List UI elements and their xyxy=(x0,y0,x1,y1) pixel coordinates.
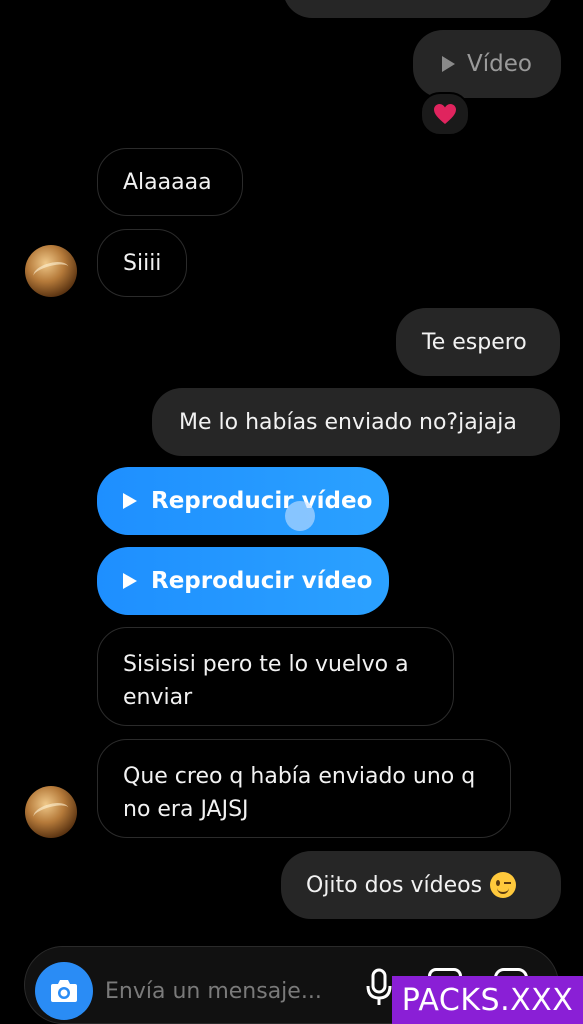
heart-reaction[interactable] xyxy=(420,92,470,136)
previous-message-bubble xyxy=(283,0,553,18)
message-text: Me lo habías enviado no?jajaja xyxy=(179,409,517,435)
play-video-button[interactable]: Reproducir vídeo xyxy=(97,547,389,615)
play-video-button[interactable]: Reproducir vídeo xyxy=(97,467,389,535)
message-text: Sisisisi pero te lo vuelvo a enviar xyxy=(123,652,409,710)
outgoing-message-bubble[interactable]: Me lo habías enviado no?jajaja xyxy=(152,388,560,456)
video-label: Vídeo xyxy=(467,51,532,77)
microphone-button[interactable] xyxy=(364,968,394,1008)
incoming-message-bubble[interactable]: Que creo q había enviado uno q no era JA… xyxy=(97,739,511,838)
play-icon xyxy=(123,573,137,589)
message-text: Te espero xyxy=(422,329,527,355)
video-message-bubble[interactable]: Vídeo xyxy=(413,30,561,98)
play-icon xyxy=(442,56,456,72)
outgoing-message-bubble[interactable]: Te espero xyxy=(396,308,560,376)
message-input[interactable] xyxy=(103,970,357,1012)
contact-avatar[interactable] xyxy=(25,786,77,838)
message-text: Que creo q había enviado uno q no era JA… xyxy=(123,764,476,822)
watermark: PACKS.XXX xyxy=(392,976,583,1024)
play-video-label: Reproducir vídeo xyxy=(151,568,373,594)
play-icon xyxy=(123,493,137,509)
incoming-message-bubble[interactable]: Alaaaaa xyxy=(97,148,243,216)
microphone-icon xyxy=(366,968,392,1005)
outgoing-message-bubble[interactable]: Ojito dos vídeos xyxy=(281,851,561,919)
message-text: Siiii xyxy=(123,250,162,276)
touch-indicator xyxy=(285,501,315,531)
wink-emoji-icon xyxy=(490,872,517,898)
incoming-message-bubble[interactable]: Siiii xyxy=(97,229,187,297)
watermark-text: PACKS.XXX xyxy=(401,982,574,1018)
contact-avatar[interactable] xyxy=(25,245,77,297)
camera-button[interactable] xyxy=(35,962,93,1020)
message-text: Ojito dos vídeos xyxy=(306,872,483,898)
camera-icon xyxy=(51,980,77,1002)
play-video-label: Reproducir vídeo xyxy=(151,488,373,514)
message-text: Alaaaaa xyxy=(123,169,212,195)
heart-icon xyxy=(434,104,456,124)
incoming-message-bubble[interactable]: Sisisisi pero te lo vuelvo a enviar xyxy=(97,627,454,726)
